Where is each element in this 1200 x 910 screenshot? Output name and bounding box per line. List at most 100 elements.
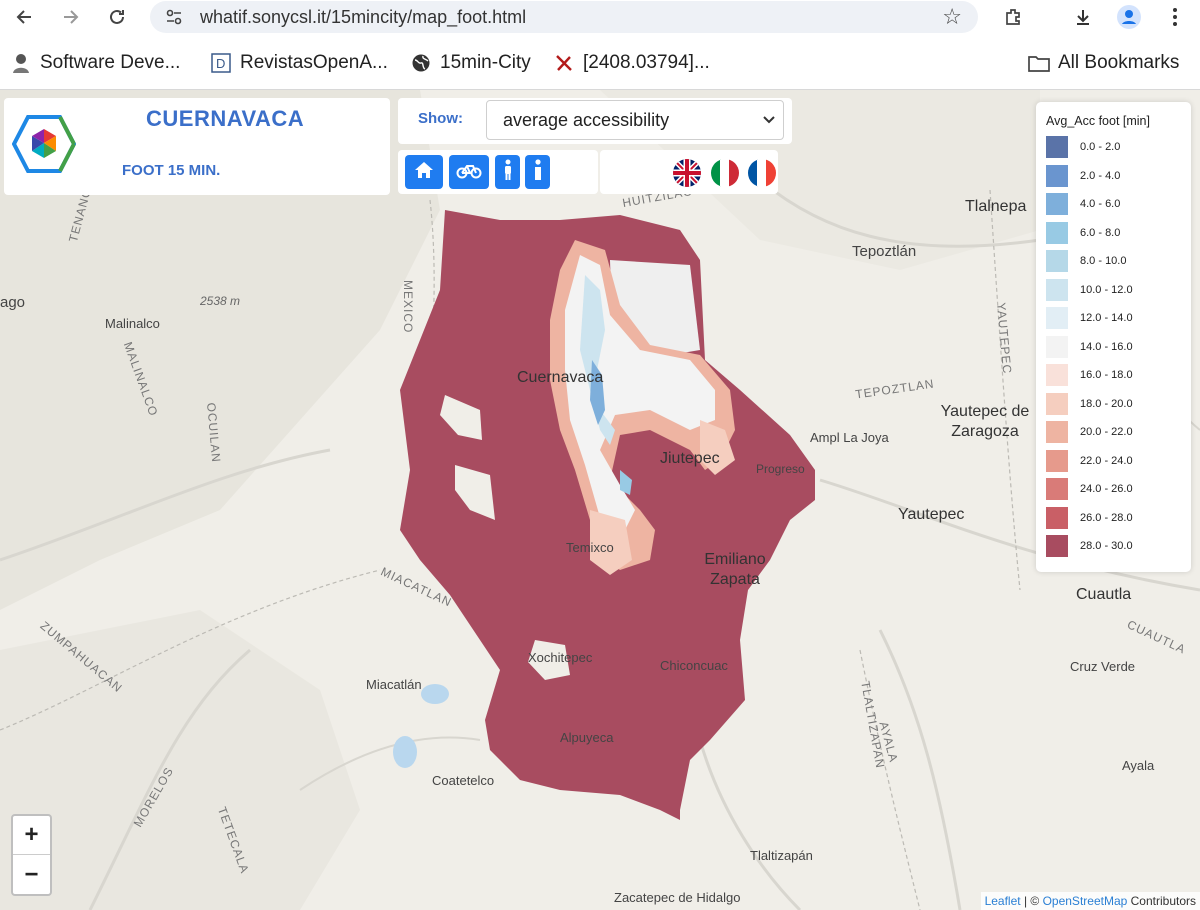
person-icon	[10, 52, 32, 74]
url-text[interactable]: whatif.sonycsl.it/15mincity/map_foot.htm…	[200, 7, 526, 28]
bookmark-star-icon[interactable]: ☆	[942, 4, 962, 30]
bookmark-label: Software Deve...	[40, 52, 181, 73]
profile-avatar-icon[interactable]	[1114, 2, 1144, 32]
map-label: Emiliano Zapata	[704, 551, 766, 588]
map-label: Tlaltizapán	[750, 848, 813, 863]
legend-label: 14.0 - 16.0	[1080, 340, 1133, 353]
legend-swatch	[1046, 421, 1068, 443]
legend-label: 28.0 - 30.0	[1080, 540, 1133, 552]
browser-toolbar: whatif.sonycsl.it/15mincity/map_foot.htm…	[0, 0, 1200, 36]
extensions-icon[interactable]	[998, 2, 1028, 32]
legend-row: 14.0 - 16.0	[1046, 335, 1191, 365]
attribution-separator: | ©	[1020, 894, 1043, 908]
document-d-icon: D	[210, 52, 232, 74]
legend-row: 2.0 - 4.0	[1046, 164, 1191, 194]
map-label: Chiconcuac	[660, 658, 728, 673]
bookmark-item[interactable]: [2408.03794]...	[553, 50, 710, 76]
home-button[interactable]	[405, 155, 443, 189]
legend-swatch	[1046, 506, 1068, 529]
legend-row: 22.0 - 24.0	[1046, 449, 1191, 479]
info-button[interactable]	[525, 155, 550, 189]
show-label: Show:	[418, 110, 463, 127]
map-label: Alpuyeca	[560, 730, 614, 745]
map-label: Tlalnepa	[965, 198, 1027, 215]
address-bar[interactable]: whatif.sonycsl.it/15mincity/map_foot.htm…	[150, 1, 978, 33]
legend-label: 16.0 - 18.0	[1080, 369, 1133, 381]
map-label: Xochitepec	[528, 650, 593, 665]
legend-label: 26.0 - 28.0	[1080, 511, 1133, 524]
map-label: Yautepec de Zaragoza	[940, 403, 1030, 440]
legend-row: 26.0 - 28.0	[1046, 506, 1191, 536]
legend-swatch	[1046, 535, 1068, 557]
legend-row: 4.0 - 6.0	[1046, 193, 1191, 222]
bookmark-item[interactable]: Software Deve...	[10, 50, 180, 76]
legend-label: 20.0 - 22.0	[1080, 426, 1133, 438]
map-label: Malinalco	[105, 316, 160, 331]
legend-row: 8.0 - 10.0	[1046, 250, 1191, 279]
map-label: Tepoztlán	[852, 243, 917, 260]
map-label: Cuernavaca	[517, 369, 604, 386]
uk-flag-icon[interactable]	[673, 159, 701, 187]
legend-row: 16.0 - 18.0	[1046, 364, 1191, 393]
france-flag-icon[interactable]	[748, 159, 776, 187]
bookmark-label: 15min-City	[440, 52, 531, 73]
legend-swatch	[1046, 335, 1068, 358]
osm-link[interactable]: OpenStreetMap	[1043, 894, 1128, 908]
reload-icon[interactable]	[102, 2, 132, 32]
map-label: Ampl La Joya	[810, 430, 889, 445]
show-select[interactable]: average accessibility	[486, 100, 784, 140]
city-info-panel: CUERNAVACA FOOT 15 MIN.	[4, 98, 390, 195]
chevron-down-icon	[763, 112, 775, 128]
map-label: ago	[0, 294, 26, 311]
map-label: Ayala	[1122, 758, 1155, 773]
italy-flag-icon[interactable]	[711, 159, 739, 187]
legend-label: 18.0 - 20.0	[1080, 397, 1133, 410]
legend-label: 4.0 - 6.0	[1080, 198, 1121, 210]
bicycle-icon	[456, 161, 482, 184]
folder-icon	[1028, 52, 1050, 74]
download-icon[interactable]	[1068, 2, 1098, 32]
legend-title: Avg_Acc foot [min]	[1046, 114, 1150, 128]
legend-row: 20.0 - 22.0	[1046, 421, 1191, 450]
language-panel	[600, 150, 778, 194]
legend-label: 6.0 - 8.0	[1080, 226, 1121, 239]
legend-row: 12.0 - 14.0	[1046, 307, 1191, 336]
zoom-in-button[interactable]: +	[13, 816, 50, 855]
all-bookmarks-button[interactable]: All Bookmarks	[1028, 50, 1179, 76]
site-settings-icon[interactable]	[164, 7, 184, 32]
person-walk-icon	[503, 159, 513, 186]
forward-icon[interactable]	[55, 2, 85, 32]
map-label: Jiutepec	[660, 450, 720, 467]
leaflet-link[interactable]: Leaflet	[985, 894, 1021, 908]
globe-icon	[410, 52, 432, 74]
legend-row: 0.0 - 2.0	[1046, 136, 1191, 165]
bike-mode-button[interactable]	[449, 155, 489, 189]
map-label: Progreso	[756, 462, 805, 476]
svg-text:D: D	[216, 56, 225, 71]
legend-swatch	[1046, 278, 1068, 301]
show-select-value: average accessibility	[503, 109, 670, 130]
foot-mode-button[interactable]	[495, 155, 520, 189]
legend-swatch	[1046, 364, 1068, 386]
map-label: Zacatepec de Hidalgo	[614, 890, 741, 905]
menu-kebab-icon[interactable]	[1160, 2, 1190, 32]
map-label: Cuautla	[1076, 586, 1132, 603]
bookmark-item[interactable]: D RevistasOpenA...	[210, 50, 388, 76]
map-label: 2538 m	[200, 294, 241, 308]
bookmarks-bar: Software Deve... D RevistasOpenA... 15mi…	[0, 36, 1200, 90]
map-attribution: Leaflet | © OpenStreetMap Contributors	[980, 892, 1200, 910]
city-title: CUERNAVACA	[146, 106, 305, 131]
legend-swatch	[1046, 478, 1068, 500]
legend-label: 8.0 - 10.0	[1080, 255, 1127, 267]
map-view[interactable]: Tlalnepa Tepoztlán Malinalco Cuernavaca …	[0, 90, 1200, 910]
legend-swatch	[1046, 449, 1068, 472]
map-label: Yautepec	[898, 506, 965, 523]
bookmark-item[interactable]: 15min-City	[410, 50, 531, 76]
back-icon[interactable]	[10, 2, 40, 32]
all-bookmarks-label: All Bookmarks	[1058, 52, 1180, 73]
legend-swatch	[1046, 136, 1068, 158]
attribution-text: Contributors	[1127, 894, 1196, 908]
map-label: Miacatlán	[366, 677, 422, 692]
info-icon	[534, 158, 542, 186]
zoom-out-button[interactable]: −	[13, 855, 50, 894]
